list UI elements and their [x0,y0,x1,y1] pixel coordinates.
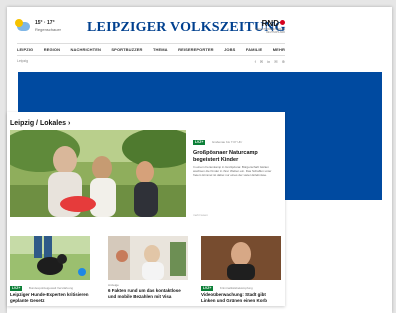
nav-item-region[interactable]: REGION [44,47,60,52]
section-title[interactable]: Leipzig / Lokales › [10,120,70,127]
nav-item-reisereporter[interactable]: REISEREPORTER [178,47,214,52]
hero-headline[interactable]: Großpösnaer Naturcamp begeistert Kinder [193,150,273,163]
card-title-3[interactable]: Videoüberwachung: Stadt gibt Linken und … [201,292,281,303]
weather-text: 15° · 17° Regenschauer [35,20,61,33]
card-title-2[interactable]: 6 Fakten rund um das kontaktlose und mob… [108,288,188,299]
card-meta-1: LVZ+ Bundespolizeigewalt Verstärkung [10,283,90,291]
rnd-subtitle: REDAKTIONSNETZWERK DEUTSCHLAND [255,28,286,34]
lvz-plus-badge: LVZ+ [193,140,206,145]
card-image-3[interactable] [201,236,281,280]
weather-description: Regenschauer [35,27,62,32]
main-navigation: LEIPZIG REGION NACHRICHTEN SPORTBUZZER T… [17,43,285,56]
hero-photo-illustration [10,130,186,217]
sub-bar: Leipzig f ✉ in ✉ ⊕ [17,59,285,65]
hero-meta: Grabenau bis 7:07 Uhr [211,140,243,144]
card-topic-1: Bundespolizeigewalt Verstärkung [28,286,74,290]
twitter-icon[interactable]: ✉ [260,59,263,64]
more-link[interactable]: mehr lesen [193,213,208,217]
site-logo[interactable]: LEIPZIGER VOLKSZEITUNG [87,20,286,36]
weather-temperature: 15° · 17° [35,20,55,26]
article-card-2[interactable]: Anzeige 6 Fakten rund um das kontaktlose… [108,236,188,299]
card-photo-2 [108,236,188,280]
hero-meta-row: LVZ+ Grabenau bis 7:07 Uhr [193,130,273,148]
weather-sun-cloud-icon [15,19,30,31]
facebook-icon[interactable]: f [255,59,256,64]
lvz-plus-badge: LVZ+ [10,286,23,291]
share-icon[interactable]: ⊕ [282,59,285,64]
rnd-logo[interactable]: RND REDAKTIONSNETZWERK DEUTSCHLAND [255,19,285,34]
nav-item-thema[interactable]: THEMA [153,47,168,52]
weather-widget[interactable]: 15° · 17° Regenschauer [15,19,61,33]
linkedin-icon[interactable]: in [267,59,270,64]
camera-icon [78,268,86,276]
nav-item-familie[interactable]: FAMILIE [246,47,262,52]
nav-item-leipzig[interactable]: LEIPZIG [17,47,33,52]
hero-image[interactable] [10,130,186,217]
card-image-2[interactable] [108,236,188,280]
mail-icon[interactable]: ✉ [274,59,277,64]
hero-teaser: In einem Ferienkamp in Großpösna: Bürger… [193,165,272,177]
nav-item-nachrichten[interactable]: NACHRICHTEN [71,47,101,52]
card-image-1[interactable] [10,236,90,280]
hero-article[interactable]: LVZ+ Grabenau bis 7:07 Uhr Großpösnaer N… [193,130,273,177]
card-topic-2: Anzeige [108,283,119,287]
card-meta-3: LVZ+ Kriminalitätsbekämpfung [201,283,281,291]
card-meta-2: Anzeige [108,283,188,287]
nav-item-mehr[interactable]: MEHR [273,47,285,52]
card-photo-3 [201,236,281,280]
rnd-label: RND [255,19,285,28]
article-card-3[interactable]: LVZ+ Kriminalitätsbekämpfung Videoüberwa… [201,236,281,303]
card-title-1[interactable]: Leipziger Hunde-Experten kritisieren gep… [10,292,90,303]
social-links: f ✉ in ✉ ⊕ [255,59,285,64]
article-card-1[interactable]: LVZ+ Bundespolizeigewalt Verstärkung Lei… [10,236,90,303]
lvz-plus-badge: LVZ+ [201,286,214,291]
breadcrumb[interactable]: Leipzig [17,59,28,63]
card-topic-3: Kriminalitätsbekämpfung [219,286,253,290]
nav-item-jobs[interactable]: JOBS [224,47,235,52]
rnd-dot-icon [280,20,285,25]
site-header: 15° · 17° Regenschauer LEIPZIGER VOLKSZE… [7,7,392,67]
nav-item-sportbuzzer[interactable]: SPORTBUZZER [111,47,142,52]
